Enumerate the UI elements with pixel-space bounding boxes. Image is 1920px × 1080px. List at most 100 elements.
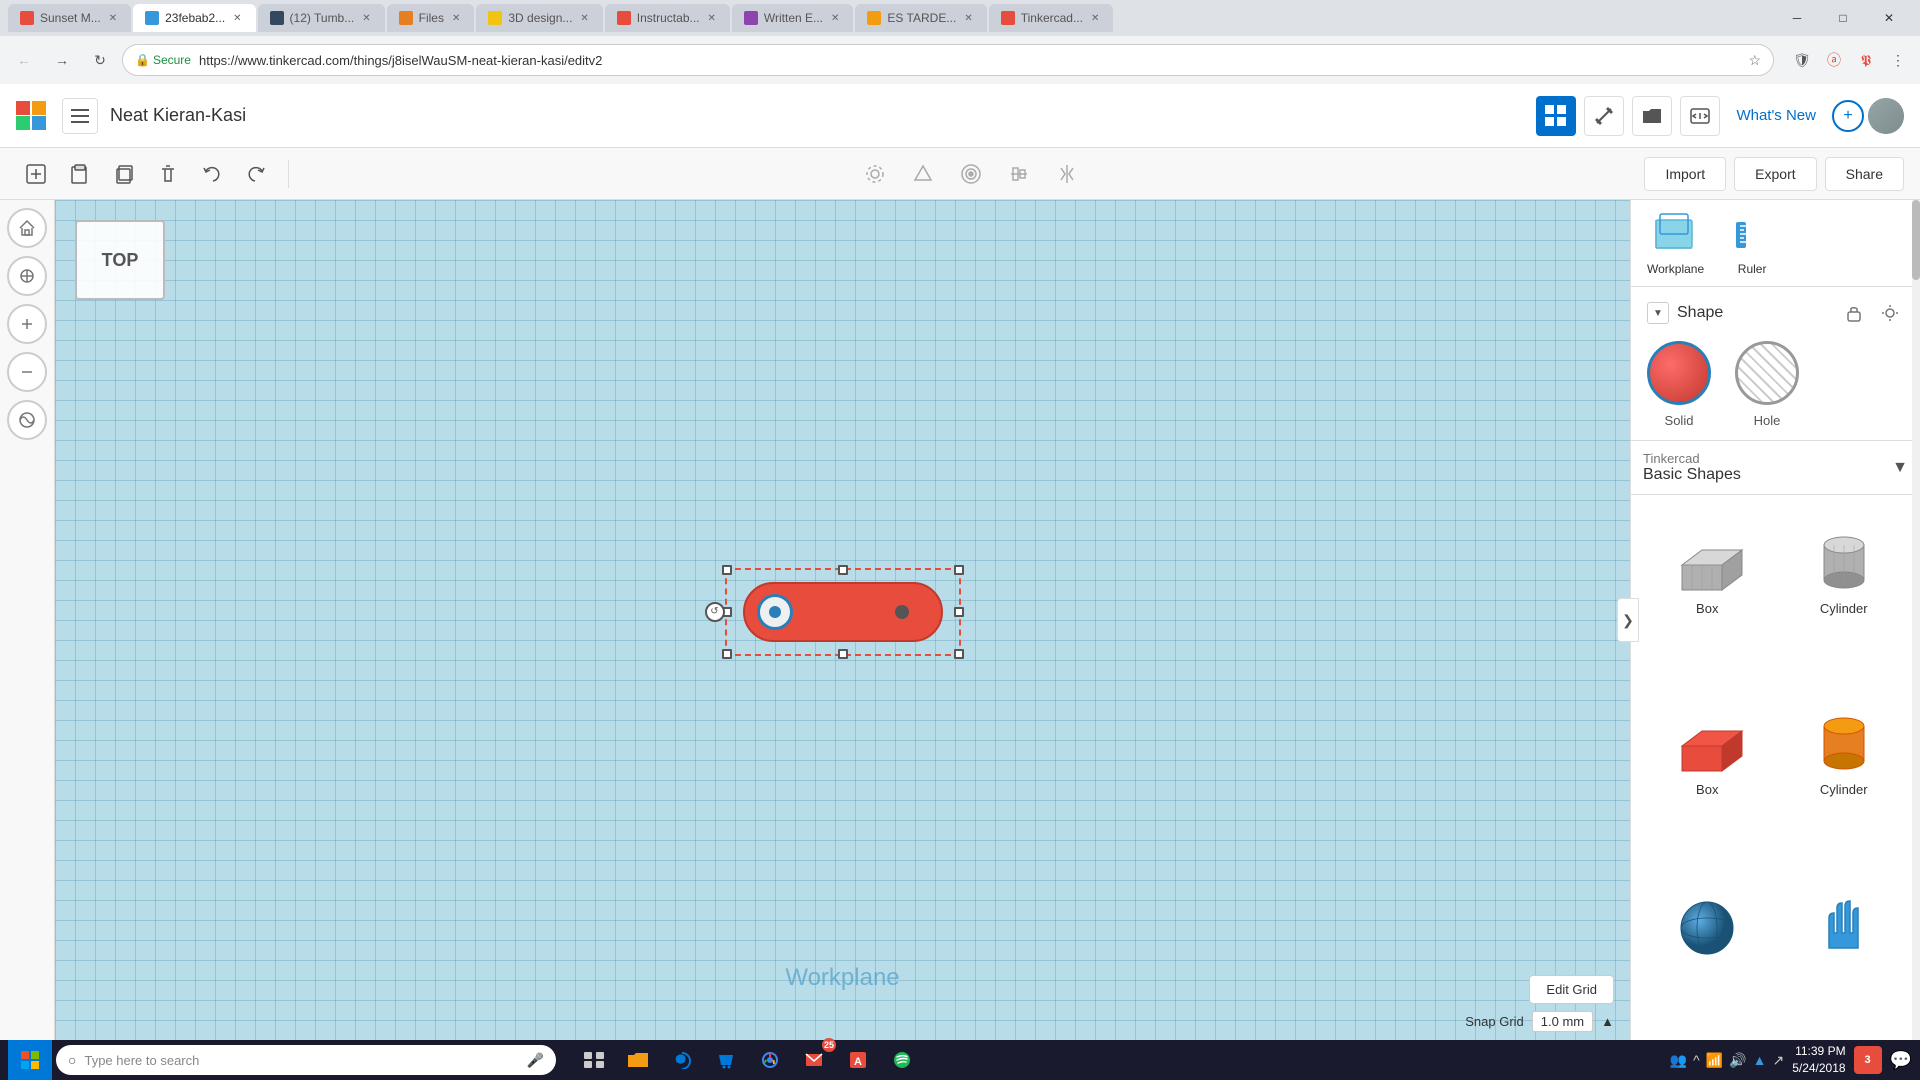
- tab-close-tumblr[interactable]: ✕: [360, 11, 372, 26]
- hole-option[interactable]: Hole: [1735, 341, 1799, 428]
- pickaxe-view-button[interactable]: [1584, 96, 1624, 136]
- user-avatar[interactable]: [1868, 98, 1904, 134]
- solid-option[interactable]: Solid: [1647, 341, 1711, 428]
- refresh-button[interactable]: ↻: [84, 44, 116, 76]
- maximize-button[interactable]: □: [1820, 0, 1866, 36]
- mirror-tool-button[interactable]: [1047, 154, 1087, 194]
- mic-icon[interactable]: 🎤: [527, 1052, 544, 1069]
- zoom-out-button[interactable]: [7, 352, 47, 392]
- grid-view-button[interactable]: [1536, 96, 1576, 136]
- tab-instructables[interactable]: Instructab... ✕: [605, 4, 730, 32]
- notification-badge[interactable]: 3: [1854, 1046, 1882, 1074]
- minimize-button[interactable]: ─: [1774, 0, 1820, 36]
- add-shape-button[interactable]: [16, 154, 56, 194]
- tab-close[interactable]: ✕: [107, 11, 119, 26]
- tab-tinkercad-active[interactable]: 23febab2... ✕: [133, 4, 255, 32]
- address-box[interactable]: 🔒 Secure https://www.tinkercad.com/thing…: [122, 44, 1774, 76]
- camera-tool-button[interactable]: [951, 154, 991, 194]
- canvas-area[interactable]: TOP Workplane ↺: [55, 200, 1630, 1040]
- handle-bottom-left[interactable]: [722, 649, 732, 659]
- speaker-icon[interactable]: 🔊: [1729, 1052, 1746, 1069]
- perspective-tool-button[interactable]: [903, 154, 943, 194]
- taskbar-search[interactable]: ○ Type here to search 🎤: [56, 1045, 556, 1075]
- zoom-in-button[interactable]: [7, 304, 47, 344]
- shape-item-cylinder-gray[interactable]: Cylinder: [1780, 507, 1909, 680]
- edit-grid-button[interactable]: Edit Grid: [1529, 975, 1614, 1004]
- add-user-button[interactable]: +: [1832, 100, 1864, 132]
- dropbox-icon[interactable]: ▲: [1753, 1052, 1767, 1068]
- adblock-icon-btn[interactable]: ⓐ: [1820, 46, 1848, 74]
- network-icon[interactable]: 📶: [1706, 1052, 1723, 1069]
- taskbar-mail[interactable]: 25: [796, 1042, 832, 1078]
- tab-close-inst[interactable]: ✕: [706, 11, 718, 26]
- pinterest-icon-btn[interactable]: 𝕻: [1852, 46, 1880, 74]
- redo-button[interactable]: [236, 154, 276, 194]
- shape-collapse-button[interactable]: ▼: [1647, 302, 1669, 324]
- taskbar-adobe[interactable]: A: [840, 1042, 876, 1078]
- tab-close-tk2[interactable]: ✕: [1089, 11, 1101, 26]
- forward-button[interactable]: →: [46, 44, 78, 76]
- panel-collapse-handle[interactable]: ❯: [1617, 598, 1639, 642]
- library-dropdown-icon[interactable]: ▼: [1892, 459, 1908, 477]
- light-tool-button[interactable]: [855, 154, 895, 194]
- code-view-button[interactable]: [1680, 96, 1720, 136]
- shape-item-box-red[interactable]: Box: [1643, 688, 1772, 861]
- taskbar-file-explorer[interactable]: [620, 1042, 656, 1078]
- workplane-tool[interactable]: Workplane: [1647, 210, 1704, 276]
- handle-top-right[interactable]: [954, 565, 964, 575]
- rotate-handle[interactable]: ↺: [705, 602, 725, 622]
- arrow-icon[interactable]: ↗: [1772, 1052, 1784, 1069]
- tab-files[interactable]: Files ✕: [387, 4, 475, 32]
- tab-tumblr[interactable]: (12) Tumb... ✕: [258, 4, 385, 32]
- shape-light-button[interactable]: [1876, 299, 1904, 327]
- tab-close-written[interactable]: ✕: [829, 11, 841, 26]
- hamburger-button[interactable]: [62, 98, 98, 134]
- shape-item-cylinder-orange[interactable]: Cylinder: [1780, 688, 1909, 861]
- tab-written[interactable]: Written E... ✕: [732, 4, 854, 32]
- export-button[interactable]: Export: [1734, 157, 1816, 191]
- library-scroll-thumb[interactable]: [1912, 200, 1920, 280]
- home-view-button[interactable]: [7, 208, 47, 248]
- canvas-object[interactable]: ↺: [725, 568, 961, 656]
- whats-new-button[interactable]: What's New: [1728, 107, 1824, 124]
- handle-top-middle[interactable]: [838, 565, 848, 575]
- paste-button[interactable]: [60, 154, 100, 194]
- ruler-tool[interactable]: Ruler: [1728, 210, 1776, 276]
- chat-icon[interactable]: 💬: [1890, 1050, 1912, 1071]
- bookmark-icon[interactable]: ☆: [1748, 52, 1761, 69]
- shape-item-hand[interactable]: [1780, 870, 1909, 1028]
- tab-es-tarde[interactable]: ES TARDE... ✕: [855, 4, 986, 32]
- shield-icon-btn[interactable]: 🛡: [1788, 46, 1816, 74]
- toggle-view-button[interactable]: [7, 400, 47, 440]
- red-capsule-object[interactable]: [743, 582, 943, 642]
- handle-bottom-right[interactable]: [954, 649, 964, 659]
- people-icon[interactable]: 👥: [1670, 1052, 1687, 1069]
- taskbar-spotify[interactable]: [884, 1042, 920, 1078]
- tab-close-files[interactable]: ✕: [450, 11, 462, 26]
- fit-view-button[interactable]: [7, 256, 47, 296]
- tab-close-active[interactable]: ✕: [231, 11, 243, 26]
- handle-top-left[interactable]: [722, 565, 732, 575]
- align-tool-button[interactable]: [999, 154, 1039, 194]
- shape-item-sphere-blue[interactable]: [1643, 870, 1772, 1028]
- handle-middle-right[interactable]: [954, 607, 964, 617]
- tab-tinkercad2[interactable]: Tinkercad... ✕: [989, 4, 1114, 32]
- tab-close-es[interactable]: ✕: [962, 11, 974, 26]
- import-button[interactable]: Import: [1644, 157, 1726, 191]
- taskbar-task-view[interactable]: [576, 1042, 612, 1078]
- library-scrollbar[interactable]: [1912, 200, 1920, 1040]
- taskbar-edge[interactable]: [664, 1042, 700, 1078]
- shape-lock-button[interactable]: [1840, 299, 1868, 327]
- chevron-up-icon[interactable]: ^: [1693, 1052, 1700, 1068]
- folder-view-button[interactable]: [1632, 96, 1672, 136]
- close-button[interactable]: ✕: [1866, 0, 1912, 36]
- tab-close-3d[interactable]: ✕: [578, 11, 590, 26]
- snap-grid-value[interactable]: 1.0 mm: [1532, 1011, 1593, 1032]
- taskbar-chrome[interactable]: [752, 1042, 788, 1078]
- duplicate-button[interactable]: [104, 154, 144, 194]
- back-button[interactable]: ←: [8, 44, 40, 76]
- undo-button[interactable]: [192, 154, 232, 194]
- tinkercad-logo[interactable]: [16, 101, 50, 131]
- start-button[interactable]: [8, 1040, 52, 1080]
- delete-button[interactable]: [148, 154, 188, 194]
